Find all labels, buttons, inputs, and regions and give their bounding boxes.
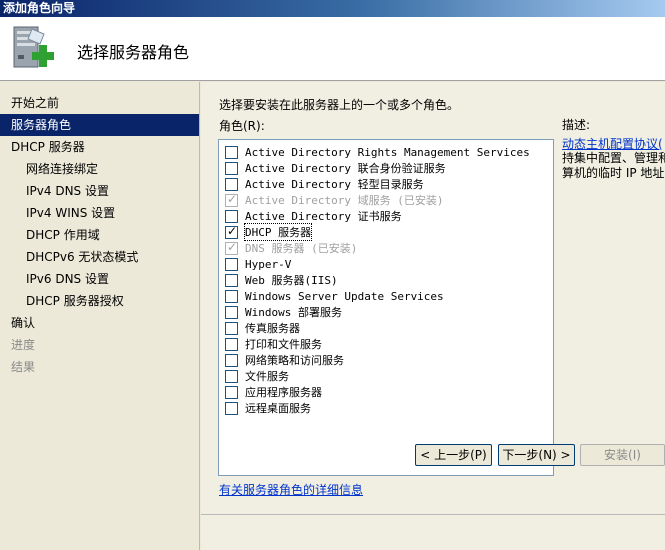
wizard-steps-nav: 开始之前 服务器角色 DHCP 服务器 网络连接绑定 IPv4 DNS 设置 IPv4 W… (0, 82, 200, 550)
role-item[interactable]: Windows Server Update Services (225, 288, 444, 304)
nav-step-item: 结果 (11, 360, 36, 374)
role-checkbox[interactable] (225, 257, 238, 271)
page-title: 选择服务器角色 (77, 43, 190, 62)
role-item[interactable]: Hyper-V (225, 256, 291, 272)
role-label: 远程桌面服务 (245, 402, 311, 415)
nav-step-item[interactable]: 服务器角色 (0, 114, 199, 136)
role-label: Active Directory 轻型目录服务 (245, 178, 424, 191)
role-checkbox[interactable] (225, 385, 238, 399)
nav-step-item[interactable]: IPv4 DNS 设置 (0, 180, 199, 202)
role-item[interactable]: 文件服务 (225, 368, 289, 384)
role-item[interactable]: 打印和文件服务 (225, 336, 322, 352)
role-item[interactable]: 应用程序服务器 (225, 384, 322, 400)
role-label: 传真服务器 (245, 322, 300, 335)
role-label: 网络策略和访问服务 (245, 354, 344, 367)
role-item: Active Directory 域服务 (已安装) (225, 192, 443, 208)
nav-step-item[interactable]: 开始之前 (0, 92, 199, 114)
role-checkbox[interactable] (225, 224, 238, 239)
role-label: Active Directory 证书服务 (245, 210, 402, 223)
description-line: 持集中配置、管理和 (562, 151, 665, 165)
nav-step-item[interactable]: IPv4 WINS 设置 (0, 202, 199, 224)
wizard-header: 选择服务器角色 (0, 17, 665, 81)
nav-step-item[interactable]: IPv6 DNS 设置 (0, 268, 199, 290)
role-label: DHCP 服务器 (243, 223, 313, 241)
instruction-text: 选择要安装在此服务器上的一个或多个角色。 (219, 98, 460, 112)
role-item[interactable]: DHCP 服务器 (225, 223, 313, 241)
role-checkbox[interactable] (225, 369, 238, 383)
role-checkbox[interactable] (225, 145, 238, 159)
previous-button[interactable]: < 上一步(P) (415, 444, 492, 466)
role-checkbox[interactable] (225, 177, 238, 191)
role-checkbox[interactable] (225, 321, 238, 335)
role-label: DNS 服务器 (已安装) (245, 242, 358, 255)
description-text: 持集中配置、管理和 算机的临时 IP 地址 (562, 151, 665, 181)
role-label: 打印和文件服务 (245, 338, 322, 351)
nav-step-item[interactable]: 网络连接绑定 (0, 158, 199, 180)
role-checkbox[interactable] (225, 401, 238, 415)
nav-step-item: 进度 (11, 338, 36, 352)
role-item: DNS 服务器 (已安装) (225, 240, 357, 256)
role-item[interactable]: Active Directory 联合身份验证服务 (225, 160, 446, 176)
role-checkbox[interactable] (225, 289, 238, 303)
nav-step-item[interactable]: DHCP 服务器授权 (0, 290, 199, 312)
role-label: 文件服务 (245, 370, 289, 383)
role-label: Active Directory 联合身份验证服务 (245, 162, 446, 175)
role-item[interactable]: 网络策略和访问服务 (225, 352, 344, 368)
nav-step-item[interactable]: 确认 (0, 312, 199, 334)
role-checkbox[interactable] (225, 353, 238, 367)
nav-step-item[interactable]: DHCP 服务器 (0, 136, 199, 158)
role-checkbox (225, 240, 238, 255)
description-line: 算机的临时 IP 地址 (562, 166, 665, 180)
role-item[interactable]: Active Directory 轻型目录服务 (225, 176, 424, 192)
button-bar (201, 514, 665, 550)
install-button[interactable]: 安装(I) (580, 444, 665, 466)
role-checkbox[interactable] (225, 305, 238, 319)
role-checkbox[interactable] (225, 209, 238, 223)
role-label: Active Directory Rights Management Servi… (245, 145, 530, 159)
content-pane: 选择要安装在此服务器上的一个或多个角色。 角色(R): Active Direc… (201, 82, 665, 550)
role-label: 应用程序服务器 (245, 386, 322, 399)
role-item[interactable]: Active Directory Rights Management Servi… (225, 144, 530, 160)
nav-step-item[interactable]: DHCPv6 无状态模式 (0, 246, 199, 268)
role-label: Active Directory 域服务 (已安装) (245, 194, 444, 207)
role-checkbox (225, 192, 238, 207)
next-button[interactable]: 下一步(N) > (498, 444, 575, 466)
server-add-icon (13, 26, 54, 68)
window-title: 添加角色向导 (0, 0, 665, 17)
role-label: Web 服务器(IIS) (245, 274, 338, 287)
role-label: Windows Server Update Services (245, 289, 444, 303)
role-item[interactable]: Active Directory 证书服务 (225, 208, 402, 224)
roles-label: 角色(R): (219, 119, 265, 133)
nav-step-item[interactable]: DHCP 作用域 (0, 224, 199, 246)
role-item[interactable]: Windows 部署服务 (225, 304, 342, 320)
role-checkbox[interactable] (225, 161, 238, 175)
role-item[interactable]: 传真服务器 (225, 320, 300, 336)
role-item[interactable]: 远程桌面服务 (225, 400, 311, 416)
role-checkbox[interactable] (225, 337, 238, 351)
role-checkbox[interactable] (225, 273, 238, 287)
description-label: 描述: (562, 118, 591, 132)
role-item[interactable]: Web 服务器(IIS) (225, 272, 338, 288)
description-link[interactable]: 动态主机配置协议( (562, 135, 663, 152)
role-label: Hyper-V (245, 257, 292, 271)
roles-listbox[interactable]: Active Directory Rights Management Servi… (218, 139, 554, 476)
role-label: Windows 部署服务 (245, 306, 342, 319)
more-info-link[interactable]: 有关服务器角色的详细信息 (219, 481, 363, 498)
